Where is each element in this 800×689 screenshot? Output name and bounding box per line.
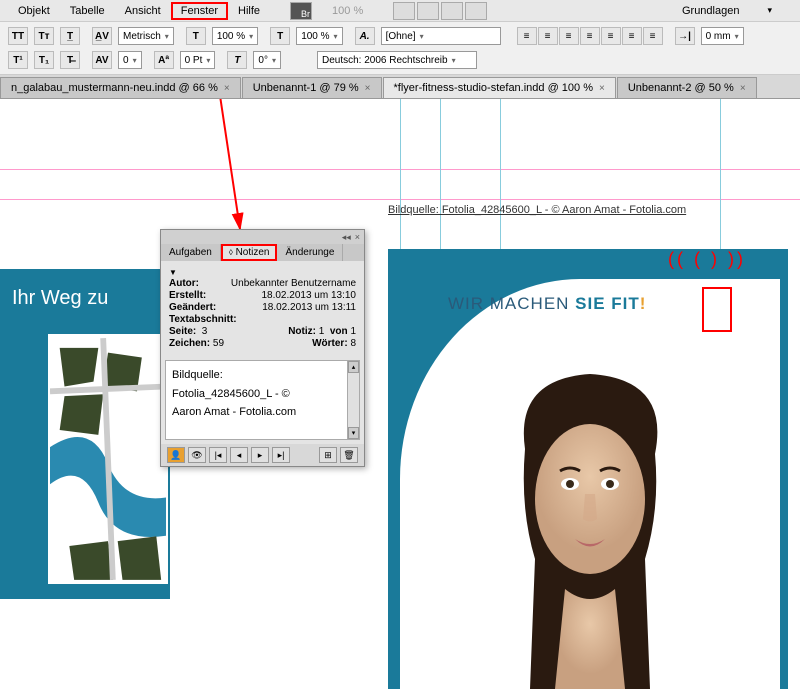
notes-panel[interactable]: ◂◂ × Aufgaben ◊ Notizen Änderunge ▼ Autor… <box>160 229 365 467</box>
skew-icon[interactable]: T <box>227 51 247 69</box>
strike-icon[interactable]: T̶ <box>60 51 80 69</box>
eye-icon[interactable]: 👁 <box>188 447 206 463</box>
image-caption: Bildquelle: Fotolia_42845600_L - © Aaron… <box>388 204 686 216</box>
new-note-icon[interactable]: ⊞ <box>319 447 337 463</box>
vscale-icon[interactable]: T <box>270 27 290 45</box>
lang-select[interactable]: Deutsch: 2006 Rechtschreib <box>317 51 477 69</box>
tracking-select[interactable]: 0 <box>118 51 142 69</box>
view-mode-icon[interactable] <box>393 2 415 20</box>
next-icon[interactable]: ▸ <box>251 447 269 463</box>
note-anchor-marks: (( ( ) )) <box>668 249 746 270</box>
charstyle-icon[interactable]: A. <box>355 27 375 45</box>
left-page-title: Ihr Weg zu <box>0 269 170 320</box>
indent-select[interactable]: 0 mm <box>701 27 744 45</box>
tracking-icon[interactable]: AV <box>92 51 112 69</box>
panel-footer: 👤 👁 |◂ ◂ ▸ ▸| ⊞ 🗑 <box>161 444 364 466</box>
menu-bar: Objekt Tabelle Ansicht Fenster Hilfe Br … <box>0 0 800 22</box>
woman-photo <box>495 359 685 689</box>
smallcaps-icon[interactable]: Tᴛ <box>34 27 54 45</box>
hscale-select[interactable]: 100 % <box>212 27 258 45</box>
close-icon[interactable]: × <box>599 83 605 94</box>
note-content[interactable]: Bildquelle: Fotolia_42845600_L - © Aaron… <box>165 360 360 440</box>
doc-tab-0[interactable]: n_galabau_mustermann-neu.indd @ 66 %× <box>0 77 241 98</box>
align-center-icon[interactable]: ≡ <box>538 27 558 45</box>
workspace-selector[interactable]: Grundlagen <box>672 2 750 20</box>
bridge-icon[interactable]: Br <box>290 2 312 20</box>
menu-fenster[interactable]: Fenster <box>171 2 228 20</box>
scrollbar[interactable]: ▴▾ <box>347 361 359 439</box>
skew-select[interactable]: 0° <box>253 51 281 69</box>
type-toolbar-1: TT Tᴛ T̲ A̲V Metrisch T 100 % T 100 % A.… <box>8 24 792 48</box>
type-toolbar-2: T¹ T₁ T̶ AV 0 Aª 0 Pt T 0° Deutsch: 2006… <box>8 48 792 72</box>
tab-aufgaben[interactable]: Aufgaben <box>161 244 221 261</box>
align-left-icon[interactable]: ≡ <box>517 27 537 45</box>
close-icon[interactable]: × <box>365 83 371 94</box>
underline-icon[interactable]: T̲ <box>60 27 80 45</box>
tab-notizen[interactable]: ◊ Notizen <box>221 244 278 261</box>
panel-metadata: ▼ Autor:Unbekannter Benutzername Erstell… <box>161 261 364 356</box>
kerning-select[interactable]: Metrisch <box>118 27 174 45</box>
kerning-icon[interactable]: A̲V <box>92 27 112 45</box>
panel-titlebar[interactable]: ◂◂ × <box>161 230 364 244</box>
allcaps-icon[interactable]: TT <box>8 27 28 45</box>
first-icon[interactable]: |◂ <box>209 447 227 463</box>
align-right-icon[interactable]: ≡ <box>559 27 579 45</box>
baseline-select[interactable]: 0 Pt <box>180 51 216 69</box>
document-tabs: n_galabau_mustermann-neu.indd @ 66 %× Un… <box>0 75 800 99</box>
doc-tab-3[interactable]: Unbenannt-2 @ 50 %× <box>617 77 757 98</box>
baseline-icon[interactable]: Aª <box>154 51 174 69</box>
menu-hilfe[interactable]: Hilfe <box>228 2 270 20</box>
menu-objekt[interactable]: Objekt <box>8 2 60 20</box>
menu-tabelle[interactable]: Tabelle <box>60 2 115 20</box>
sub-icon[interactable]: T₁ <box>34 51 54 69</box>
justify-center-icon[interactable]: ≡ <box>622 27 642 45</box>
justify-left-icon[interactable]: ≡ <box>601 27 621 45</box>
vscale-select[interactable]: 100 % <box>296 27 342 45</box>
justify-icon[interactable]: ≡ <box>580 27 600 45</box>
map-image <box>48 334 168 584</box>
close-icon[interactable]: × <box>224 83 230 94</box>
indent-icon[interactable]: →| <box>675 27 695 45</box>
prev-icon[interactable]: ◂ <box>230 447 248 463</box>
map-svg <box>50 336 166 582</box>
close-icon[interactable]: × <box>740 83 746 94</box>
doc-tab-1[interactable]: Unbenannt-1 @ 79 %× <box>242 77 382 98</box>
document-canvas[interactable]: Ihr Weg zu Bildquelle: Fotolia_42845600_… <box>0 99 800 609</box>
doc-tab-2[interactable]: *flyer-fitness-studio-stefan.indd @ 100 … <box>383 77 616 98</box>
close-panel-icon[interactable]: × <box>355 232 360 242</box>
justify-right-icon[interactable]: ≡ <box>643 27 663 45</box>
tab-aenderungen[interactable]: Änderunge <box>277 244 343 261</box>
super-icon[interactable]: T¹ <box>8 51 28 69</box>
zoom-display[interactable]: 100 % <box>322 2 373 20</box>
highlight-exclamation <box>702 287 732 332</box>
ruler-icon[interactable] <box>417 2 439 20</box>
screen-mode-icon[interactable] <box>465 2 487 20</box>
last-icon[interactable]: ▸| <box>272 447 290 463</box>
hscale-icon[interactable]: T <box>186 27 206 45</box>
panel-tabs: Aufgaben ◊ Notizen Änderunge <box>161 244 364 261</box>
menu-ansicht[interactable]: Ansicht <box>115 2 171 20</box>
trash-icon[interactable]: 🗑 <box>340 447 358 463</box>
charstyle-select[interactable]: [Ohne] <box>381 27 501 45</box>
user-icon[interactable]: 👤 <box>167 447 185 463</box>
arrange-icon[interactable] <box>441 2 463 20</box>
minimize-icon[interactable]: ◂◂ <box>342 232 351 243</box>
